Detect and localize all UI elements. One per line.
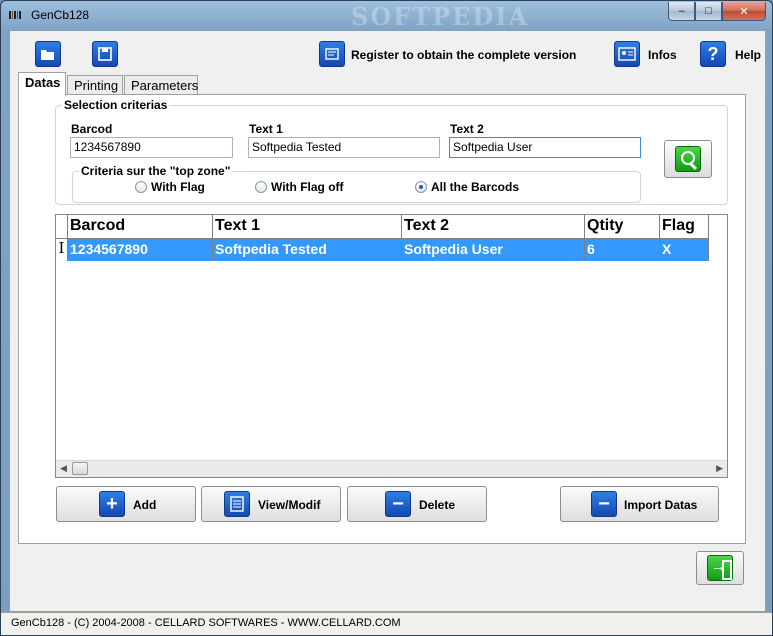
text2-label: Text 2 [450, 122, 484, 136]
cell-text1[interactable]: Softpedia Tested [213, 239, 402, 261]
delete-button[interactable]: − Delete [347, 486, 487, 522]
scroll-thumb[interactable] [72, 462, 88, 475]
radio-with-flag-off[interactable]: With Flag off [255, 180, 344, 194]
barcode-grid[interactable]: Barcod Text 1 Text 2 Qtity Flag I 123456… [55, 214, 728, 478]
datas-panel: Selection criterias Barcod 1234567890 Te… [18, 94, 746, 544]
floppy-save-icon [92, 41, 118, 67]
import-datas-label: Import Datas [624, 498, 698, 512]
table-row[interactable]: I 1234567890 Softpedia Tested Softpedia … [56, 239, 727, 261]
register-button[interactable] [319, 41, 347, 69]
view-modif-label: View/Modif [258, 498, 321, 512]
infos-label[interactable]: Infos [648, 48, 677, 62]
exit-button[interactable] [696, 551, 744, 585]
radio-circle-icon [255, 181, 267, 193]
radio-circle-icon [135, 181, 147, 193]
app-window: GenCb128 SOFTPEDIA – □ ✕ Register to obt… [0, 0, 773, 636]
minimize-button[interactable]: – [668, 2, 695, 21]
minus-icon: − [385, 491, 411, 517]
text2-input[interactable]: Softpedia User [449, 137, 641, 158]
row-cursor-indicator: I [56, 239, 68, 261]
open-button[interactable] [35, 41, 63, 69]
header-corner [56, 215, 68, 239]
radio-with-flag-off-label: With Flag off [271, 180, 344, 194]
status-bar: GenCb128 - (C) 2004-2008 - CELLARD SOFTW… [1, 612, 772, 635]
save-button[interactable] [92, 41, 120, 69]
window-title: GenCb128 [31, 8, 90, 22]
tab-parameters[interactable]: Parameters [124, 75, 198, 95]
list-view-icon [224, 491, 250, 517]
question-mark-icon: ? [700, 41, 726, 67]
softpedia-watermark: SOFTPEDIA [351, 2, 530, 31]
cell-flag[interactable]: X [660, 239, 709, 261]
tab-datas[interactable]: Datas [18, 72, 66, 96]
barcod-label: Barcod [71, 122, 113, 136]
radio-selected-icon [415, 181, 427, 193]
radio-with-flag[interactable]: With Flag [135, 180, 205, 194]
add-button-label: Add [133, 498, 157, 512]
top-zone-title: Criteria sur the "top zone" [79, 164, 233, 178]
cell-qtity[interactable]: 6 [585, 239, 660, 261]
search-button[interactable] [664, 140, 712, 178]
add-button[interactable]: + Add [56, 486, 196, 522]
barcode-app-icon [9, 11, 25, 19]
column-header-text2[interactable]: Text 2 [402, 215, 585, 239]
title-bar[interactable]: GenCb128 SOFTPEDIA – □ ✕ [1, 1, 772, 31]
caption-buttons: – □ ✕ [668, 2, 766, 21]
text1-label: Text 1 [249, 122, 283, 136]
scroll-left-icon[interactable]: ◀ [60, 463, 67, 474]
plus-icon: + [99, 491, 125, 517]
folder-open-icon [35, 41, 61, 67]
radio-all-barcods[interactable]: All the Barcods [415, 180, 519, 194]
selection-criteria-title: Selection criterias [62, 98, 170, 112]
column-header-flag[interactable]: Flag [660, 215, 709, 239]
scroll-right-icon[interactable]: ▶ [716, 463, 723, 474]
help-label[interactable]: Help [735, 48, 761, 62]
exit-door-icon [707, 555, 733, 581]
view-modif-button[interactable]: View/Modif [201, 486, 341, 522]
minus-import-icon: − [591, 491, 617, 517]
close-button[interactable]: ✕ [722, 2, 766, 21]
import-datas-button[interactable]: − Import Datas [560, 486, 719, 522]
register-form-icon [319, 41, 345, 67]
column-header-barcod[interactable]: Barcod [68, 215, 213, 239]
radio-all-barcods-label: All the Barcods [431, 180, 520, 194]
infos-button[interactable] [614, 41, 642, 69]
column-header-text1[interactable]: Text 1 [213, 215, 402, 239]
cell-barcod[interactable]: 1234567890 [68, 239, 213, 261]
client-area: Register to obtain the complete version … [9, 30, 766, 612]
magnifier-search-icon [675, 146, 701, 172]
info-card-icon [614, 41, 640, 67]
help-button[interactable]: ? [700, 41, 728, 69]
register-link[interactable]: Register to obtain the complete version [351, 48, 576, 62]
cell-text2[interactable]: Softpedia User [402, 239, 585, 261]
tab-printing[interactable]: Printing [67, 75, 123, 95]
barcod-input[interactable]: 1234567890 [70, 137, 233, 158]
grid-header: Barcod Text 1 Text 2 Qtity Flag [56, 215, 727, 239]
radio-with-flag-label: With Flag [151, 180, 205, 194]
text1-input[interactable]: Softpedia Tested [248, 137, 440, 158]
delete-button-label: Delete [419, 498, 456, 512]
column-header-qtity[interactable]: Qtity [585, 215, 660, 239]
horizontal-scrollbar[interactable]: ◀ ▶ [56, 460, 727, 477]
maximize-button[interactable]: □ [695, 2, 722, 21]
